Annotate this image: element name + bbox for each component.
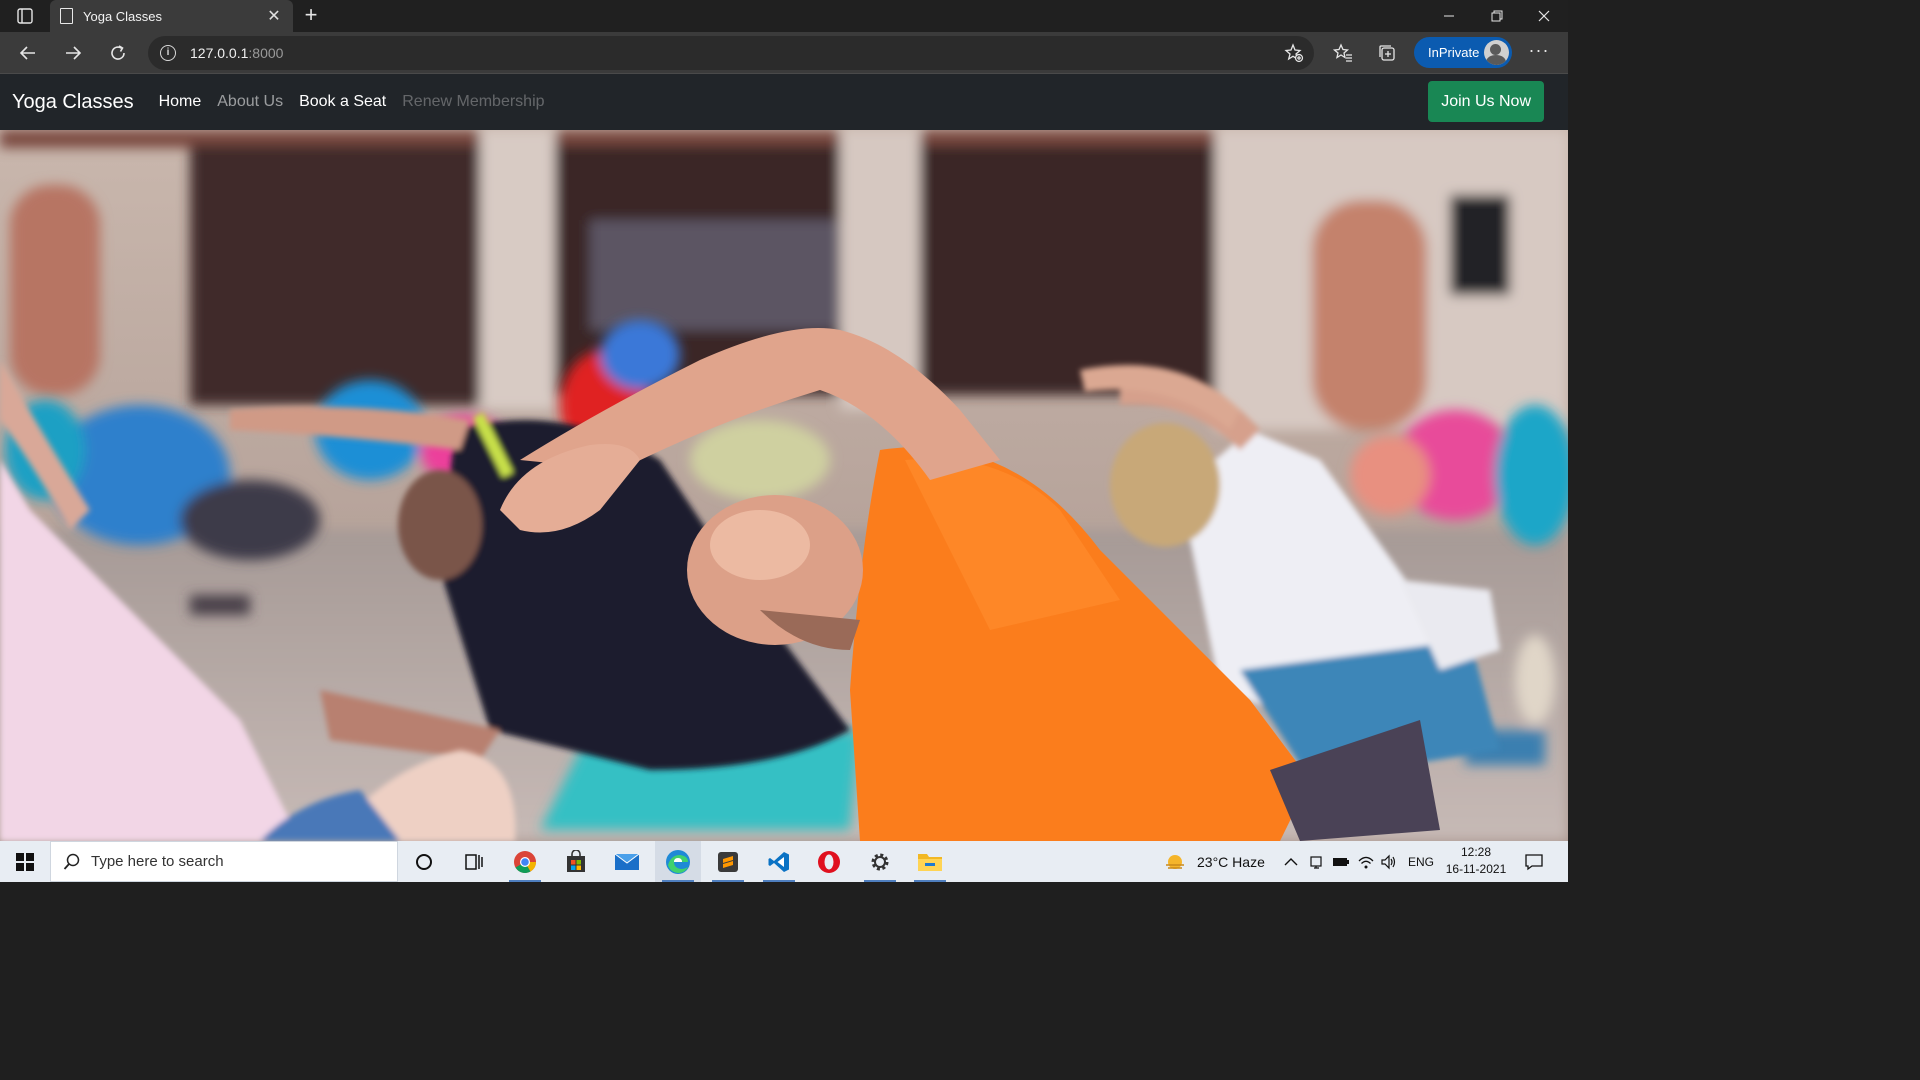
site-navbar: Yoga Classes Home About Us Book a Seat R… — [0, 74, 1568, 130]
close-window-button[interactable] — [1521, 0, 1567, 32]
site-info-icon[interactable]: i — [160, 45, 176, 61]
opera-icon[interactable] — [806, 841, 852, 882]
nav-renew-membership: Renew Membership — [402, 93, 545, 110]
inprivate-label: InPrivate — [1428, 45, 1480, 60]
edge-icon[interactable] — [655, 841, 701, 882]
browser-tab[interactable]: Yoga Classes ✕ — [50, 0, 293, 32]
action-center-icon[interactable] — [1520, 849, 1548, 875]
page-document-icon — [60, 8, 73, 24]
join-us-now-button[interactable]: Join Us Now — [1428, 81, 1544, 122]
nav-book-a-seat[interactable]: Book a Seat — [299, 93, 386, 111]
site-brand[interactable]: Yoga Classes — [12, 91, 134, 114]
cortana-icon[interactable] — [401, 841, 447, 882]
volume-icon[interactable] — [1380, 841, 1398, 882]
vscode-icon[interactable] — [756, 841, 802, 882]
file-explorer-icon[interactable] — [907, 841, 953, 882]
microsoft-store-icon[interactable] — [553, 841, 599, 882]
tab-title: Yoga Classes — [83, 8, 163, 24]
favorites-icon[interactable] — [1328, 38, 1358, 68]
address-bar[interactable]: i 127.0.0.1:8000 — [148, 36, 1314, 70]
browser-titlebar: Yoga Classes ✕ + — [0, 0, 1568, 32]
battery-icon[interactable] — [1332, 841, 1350, 882]
system-clock[interactable]: 12:28 16-11-2021 — [1440, 844, 1512, 878]
haze-sun-icon — [1166, 854, 1184, 869]
inprivate-profile-button[interactable]: InPrivate — [1414, 37, 1512, 68]
mail-icon[interactable] — [604, 841, 650, 882]
add-favorite-icon[interactable] — [1279, 38, 1309, 68]
weather-widget[interactable]: 23°C Haze — [1163, 841, 1265, 882]
restore-button[interactable] — [1474, 0, 1520, 32]
profile-avatar-icon — [1484, 40, 1509, 65]
new-tab-button[interactable]: + — [298, 3, 324, 29]
collections-icon[interactable] — [1372, 38, 1402, 68]
refresh-button[interactable] — [102, 37, 134, 69]
web-page: Yoga Classes Home About Us Book a Seat R… — [0, 74, 1568, 841]
clock-date: 16-11-2021 — [1445, 862, 1507, 876]
forward-button[interactable] — [57, 37, 89, 69]
windows-logo-icon — [16, 852, 34, 871]
task-view-icon[interactable] — [451, 841, 497, 882]
settings-gear-icon[interactable] — [857, 841, 903, 882]
search-icon — [63, 853, 80, 870]
tab-actions-icon[interactable] — [10, 4, 40, 28]
minimize-button[interactable] — [1426, 0, 1472, 32]
taskbar-search-box[interactable]: Type here to search — [50, 841, 398, 882]
address-host: 127.0.0.1 — [190, 45, 249, 61]
windows-taskbar: Type here to search 23°C Haze ENG 12:28 … — [0, 841, 1568, 882]
show-hidden-icons-chevron-up-icon[interactable] — [1284, 841, 1298, 882]
address-port: :8000 — [248, 45, 284, 61]
clock-time: 12:28 — [1460, 845, 1492, 859]
hero-photo — [0, 130, 1568, 841]
close-tab-icon[interactable]: ✕ — [265, 6, 283, 26]
wifi-icon[interactable] — [1357, 841, 1375, 882]
more-menu-button[interactable]: ··· — [1524, 38, 1554, 68]
meet-now-icon[interactable] — [1309, 841, 1325, 882]
weather-text: 23°C Haze — [1197, 853, 1265, 870]
nav-home[interactable]: Home — [159, 93, 202, 111]
search-placeholder: Type here to search — [91, 853, 224, 870]
chrome-icon[interactable] — [502, 841, 548, 882]
language-indicator[interactable]: ENG — [1408, 841, 1434, 882]
browser-toolbar: i 127.0.0.1:8000 InPrivate ··· — [0, 32, 1568, 74]
nav-about-us[interactable]: About Us — [217, 93, 283, 111]
start-button[interactable] — [0, 841, 50, 882]
sublime-text-icon[interactable] — [705, 841, 751, 882]
back-button[interactable] — [12, 37, 44, 69]
